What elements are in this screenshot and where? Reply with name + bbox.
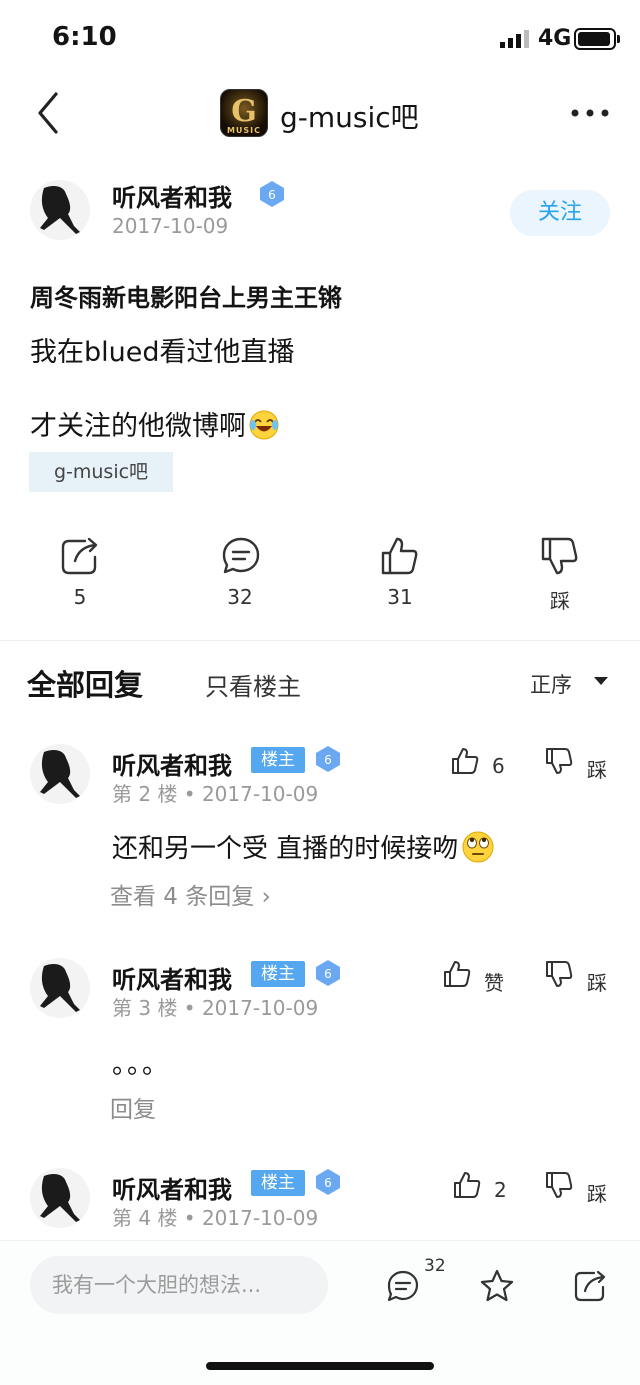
post-date: 2017-10-09 bbox=[112, 214, 229, 238]
forum-logo-text: MUSIC bbox=[226, 126, 262, 135]
more-icon[interactable] bbox=[570, 108, 610, 118]
thumbs-up-icon[interactable] bbox=[450, 746, 480, 776]
reply-avatar[interactable] bbox=[30, 744, 90, 804]
reply-floor-meta: 第 4 楼 • 2017-10-09 bbox=[112, 1206, 319, 1230]
reply-compose-input[interactable]: 我有一个大胆的想法... bbox=[30, 1256, 328, 1314]
level-badge-icon: 6 bbox=[316, 960, 340, 986]
reply-link[interactable]: 回复 bbox=[110, 1090, 156, 1124]
view-replies-link[interactable]: 查看 4 条回复 › bbox=[110, 877, 271, 911]
forum-tag[interactable]: g-music吧 bbox=[29, 452, 173, 492]
follow-button[interactable]: 关注 bbox=[510, 190, 610, 236]
battery-icon bbox=[574, 28, 616, 50]
op-badge: 楼主 bbox=[251, 961, 305, 987]
thumbs-down-icon[interactable] bbox=[544, 1170, 574, 1200]
reply-text: 。。。 bbox=[112, 1050, 171, 1080]
post-title: 周冬雨新电影阳台上男主王锵 bbox=[30, 284, 342, 312]
forum-logo-letter: G bbox=[231, 94, 257, 129]
level-number: 6 bbox=[268, 188, 276, 202]
network-type: 4G bbox=[538, 26, 572, 51]
reply-floor-meta: 第 3 楼 • 2017-10-09 bbox=[112, 996, 319, 1020]
reply-author-name[interactable]: 听风者和我 bbox=[112, 960, 232, 995]
back-icon[interactable] bbox=[32, 90, 72, 136]
thumbs-down-icon[interactable] bbox=[539, 535, 581, 577]
reply-avatar[interactable] bbox=[30, 1168, 90, 1228]
op-badge: 楼主 bbox=[251, 747, 305, 773]
level-badge-icon: 6 bbox=[260, 181, 284, 207]
signal-icon bbox=[500, 30, 529, 48]
thumbs-up-icon[interactable] bbox=[452, 1170, 482, 1200]
level-number: 6 bbox=[324, 1176, 332, 1190]
home-indicator bbox=[206, 1362, 434, 1370]
thumbs-down-icon[interactable] bbox=[544, 959, 574, 989]
tab-only-op[interactable]: 只看楼主 bbox=[205, 667, 301, 702]
reply-text: 还和另一个受 直播的时候接吻 bbox=[112, 828, 495, 865]
reply-text-content: 还和另一个受 直播的时候接吻 bbox=[112, 834, 459, 864]
share-count: 5 bbox=[73, 585, 87, 609]
post-line-1: 我在blued看过他直播 bbox=[30, 337, 295, 368]
avatar-figure-icon bbox=[40, 186, 80, 234]
reply-like-count: 6 bbox=[492, 754, 505, 778]
author-avatar[interactable] bbox=[30, 180, 90, 240]
level-badge-icon: 6 bbox=[316, 1169, 340, 1195]
share-icon[interactable] bbox=[59, 535, 101, 577]
bottom-comment-count: 32 bbox=[424, 1256, 446, 1276]
reply-author-name[interactable]: 听风者和我 bbox=[112, 1170, 232, 1205]
eye-roll-emoji-icon bbox=[462, 831, 494, 863]
sort-order[interactable]: 正序 bbox=[530, 669, 572, 699]
reply-author-name[interactable]: 听风者和我 bbox=[112, 746, 232, 781]
reply-dislike-label: 踩 bbox=[587, 971, 607, 995]
forum-title[interactable]: g-music吧 bbox=[280, 96, 419, 136]
thumbs-up-icon[interactable] bbox=[442, 959, 472, 989]
dislike-label: 踩 bbox=[550, 589, 570, 613]
reply-dislike-label: 踩 bbox=[587, 1182, 607, 1206]
forum-logo[interactable]: G MUSIC bbox=[220, 89, 268, 137]
avatar-figure-icon bbox=[40, 750, 80, 798]
reply-like-label: 赞 bbox=[484, 971, 504, 995]
status-time: 6:10 bbox=[52, 22, 117, 52]
share-icon[interactable] bbox=[572, 1268, 608, 1304]
avatar-figure-icon bbox=[40, 1174, 80, 1222]
sort-dropdown-icon[interactable] bbox=[593, 676, 609, 686]
like-count: 31 bbox=[387, 585, 413, 609]
post-line-2: 才关注的他微博啊 bbox=[30, 404, 280, 443]
reply-dislike-label: 踩 bbox=[587, 758, 607, 782]
comment-count: 32 bbox=[227, 585, 253, 609]
reply-floor-meta: 第 2 楼 • 2017-10-09 bbox=[112, 782, 319, 806]
level-number: 6 bbox=[324, 753, 332, 767]
author-name[interactable]: 听风者和我 bbox=[112, 178, 232, 213]
level-badge-icon: 6 bbox=[316, 746, 340, 772]
thumbs-up-icon[interactable] bbox=[379, 535, 421, 577]
post-line-2-text: 才关注的他微博啊 bbox=[30, 411, 246, 442]
comment-icon[interactable] bbox=[385, 1268, 421, 1304]
section-divider bbox=[0, 640, 640, 641]
battery-cap bbox=[617, 35, 620, 43]
level-number: 6 bbox=[324, 967, 332, 981]
op-badge: 楼主 bbox=[251, 1170, 305, 1196]
reply-like-count: 2 bbox=[494, 1178, 507, 1202]
comment-icon[interactable] bbox=[220, 535, 262, 577]
thumbs-down-icon[interactable] bbox=[544, 746, 574, 776]
tab-all-replies[interactable]: 全部回复 bbox=[27, 662, 143, 704]
avatar-figure-icon bbox=[40, 964, 80, 1012]
reply-avatar[interactable] bbox=[30, 958, 90, 1018]
star-icon[interactable] bbox=[479, 1268, 515, 1304]
laughing-emoji-icon bbox=[249, 410, 279, 440]
